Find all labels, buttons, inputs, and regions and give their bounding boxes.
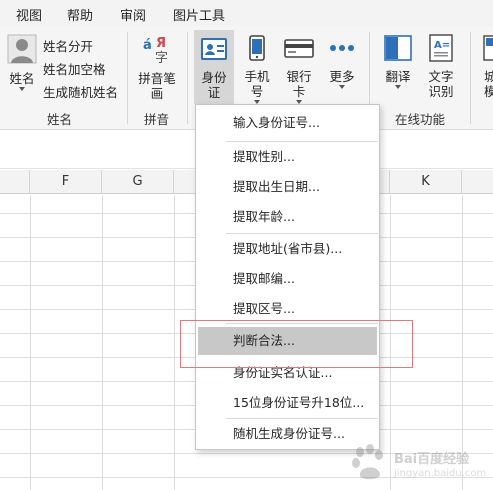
chevron-down-icon (395, 85, 401, 89)
pinyin-group-label: 拼音 (144, 112, 170, 127)
ribbon-divider (470, 32, 471, 124)
id-card-dropdown-menu: 输入身份证号... 提取性别... 提取出生日期... 提取年龄... 提取地址… (195, 104, 380, 450)
ribbon-divider (187, 32, 188, 124)
menu-item-extract-area-code[interactable]: 提取区号... (196, 295, 379, 323)
translate-icon (379, 34, 417, 65)
tab-review[interactable]: 审阅 (120, 5, 146, 24)
grid-line (30, 195, 31, 490)
text-recognition-button-label: 文字 识别 (428, 69, 454, 99)
name-button[interactable]: 姓名 (4, 34, 40, 91)
bank-card-button[interactable]: 银行 卡 (282, 34, 316, 104)
grid-line (174, 195, 175, 490)
column-header-g[interactable]: G (102, 170, 174, 194)
bank-card-button-label: 银行 卡 (286, 69, 312, 99)
more-button[interactable]: 更多 (325, 34, 359, 89)
bank-card-icon (282, 34, 316, 65)
highlight-annotation-box (180, 320, 413, 368)
grid-line (102, 195, 103, 490)
chevron-down-icon (339, 85, 345, 89)
more-button-label: 更多 (329, 69, 355, 84)
pinyin-icon: á Я 字 (135, 34, 179, 67)
svg-text:字: 字 (155, 51, 168, 64)
name-group-label: 姓名 (47, 112, 73, 127)
svg-text:á: á (143, 38, 152, 53)
id-card-button-label: 身份 证 (201, 70, 227, 100)
pinyin-strokes-button[interactable]: á Я 字 拼音笔 画 (135, 34, 179, 101)
menu-item-enter-id-number[interactable]: 输入身份证号... (196, 109, 379, 137)
phone-button-label: 手机 号 (244, 69, 270, 99)
chevron-down-icon (19, 87, 25, 91)
column-header-f[interactable]: F (30, 170, 102, 194)
name-add-space-item[interactable]: 姓名加空格 (43, 59, 106, 78)
menu-item-extract-gender[interactable]: 提取性别... (196, 143, 379, 171)
partial-right-label: 城 模 (484, 69, 493, 99)
phone-number-button[interactable]: 手机 号 (240, 34, 274, 104)
svg-text:A=: A= (434, 40, 450, 51)
more-dots-icon (325, 34, 359, 65)
text-recognition-button[interactable]: A= 文字 识别 (422, 34, 460, 99)
menu-item-extract-birthdate[interactable]: 提取出生日期... (196, 173, 379, 201)
online-group-label: 在线功能 (395, 112, 446, 127)
split-name-item[interactable]: 姓名分开 (43, 36, 93, 55)
translate-button[interactable]: 翻译 (379, 34, 417, 89)
tab-picture-tools[interactable]: 图片工具 (173, 5, 225, 24)
menu-tab-bar: 视图 帮助 审阅 图片工具 (0, 0, 493, 26)
svg-text:Я: Я (156, 36, 166, 51)
tab-view[interactable]: 视图 (16, 5, 42, 24)
menu-item-extract-postcode[interactable]: 提取邮编... (196, 265, 379, 293)
partial-right-button[interactable]: 城 模 (478, 34, 493, 99)
phone-icon (240, 34, 274, 65)
watermark-url: jingyan.baidu.com (394, 468, 487, 479)
paw-logo-icon (352, 444, 383, 480)
tab-help[interactable]: 帮助 (67, 5, 93, 24)
baidu-watermark: Bai百度经验 jingyan.baidu.com (348, 442, 488, 486)
name-button-label: 姓名 (9, 71, 35, 86)
text-recognition-icon: A= (422, 34, 460, 65)
column-header[interactable] (462, 170, 493, 194)
column-header-k[interactable]: K (390, 170, 462, 194)
id-card-button[interactable]: 身份 证 (194, 30, 234, 104)
menu-item-extract-address[interactable]: 提取地址(省市县)... (196, 235, 379, 263)
menu-separator (226, 233, 378, 234)
menu-separator (226, 141, 378, 142)
menu-item-upgrade-15-to-18[interactable]: 15位身份证号升18位... (196, 389, 379, 417)
menu-item-extract-age[interactable]: 提取年龄... (196, 203, 379, 231)
translate-button-label: 翻译 (385, 69, 411, 84)
random-name-item[interactable]: 生成随机姓名 (43, 82, 118, 101)
person-icon (4, 34, 40, 67)
watermark-text: Bai百度经验 (394, 452, 470, 467)
id-card-icon (194, 35, 234, 66)
partial-right-icon (482, 34, 493, 65)
ribbon-divider (127, 32, 128, 124)
column-header[interactable] (0, 170, 30, 194)
pinyin-button-label: 拼音笔 画 (138, 71, 176, 101)
menu-separator (226, 418, 378, 419)
